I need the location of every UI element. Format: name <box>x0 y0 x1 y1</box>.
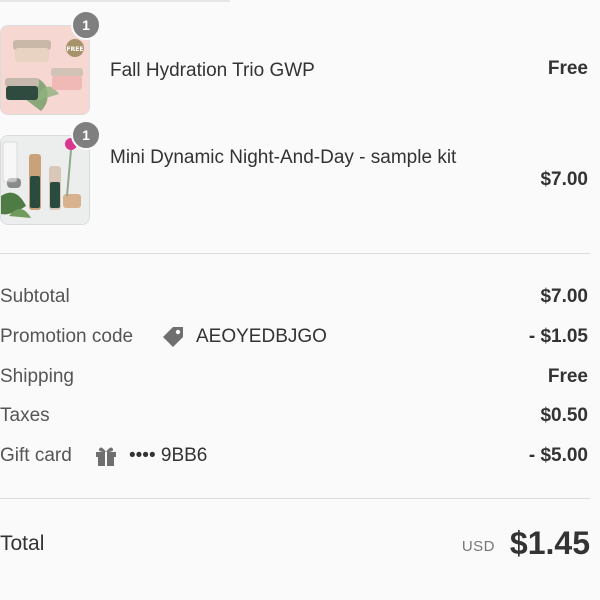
subtotal-label: Subtotal <box>0 286 70 307</box>
subtotal-row: Subtotal $7.00 <box>0 284 590 310</box>
shipping-label: Shipping <box>0 366 74 387</box>
total-value: $1.45 <box>509 525 590 561</box>
taxes-label: Taxes <box>0 405 50 426</box>
top-divider <box>0 0 230 2</box>
item-price: Free <box>547 58 588 79</box>
taxes-value: $0.50 <box>540 405 588 426</box>
section-divider <box>0 253 590 254</box>
item-price: $7.00 <box>540 169 588 190</box>
promotion-value: - $1.05 <box>528 326 588 347</box>
gift-card-value: - $5.00 <box>528 445 588 466</box>
subtotal-value: $7.00 <box>540 286 588 307</box>
promotion-code: AEOYEDBJGO <box>196 326 327 347</box>
promotion-label: Promotion code <box>0 326 134 347</box>
product-image-sample-kit <box>0 135 90 225</box>
quantity-badge: 1 <box>71 10 101 40</box>
item-name: Mini Dynamic Night-And-Day - sample kit <box>110 147 457 168</box>
free-tag-text: FREE <box>67 46 84 53</box>
shipping-value: Free <box>547 366 588 387</box>
gift-card-masked-number: •••• 9BB6 <box>129 445 208 466</box>
product-image-trio: FREE <box>0 25 90 115</box>
promotion-row: Promotion code AEOYEDBJGO - $1.05 <box>0 324 590 350</box>
shipping-row: Shipping Free <box>0 364 590 390</box>
gift-icon <box>93 443 119 469</box>
gift-card-row: Gift card •••• 9BB6 - $5.00 <box>0 443 590 469</box>
gift-card-label: Gift card <box>0 445 72 466</box>
total-label: Total <box>0 532 45 555</box>
total-currency: USD <box>461 538 495 555</box>
quantity-badge: 1 <box>71 120 101 150</box>
tag-icon <box>160 324 186 350</box>
promotion-code-chip: AEOYEDBJGO <box>160 324 327 350</box>
section-divider <box>0 498 590 499</box>
gift-card-chip: •••• 9BB6 <box>93 443 207 469</box>
item-name: Fall Hydration Trio GWP <box>110 60 315 81</box>
taxes-row: Taxes $0.50 <box>0 403 590 429</box>
